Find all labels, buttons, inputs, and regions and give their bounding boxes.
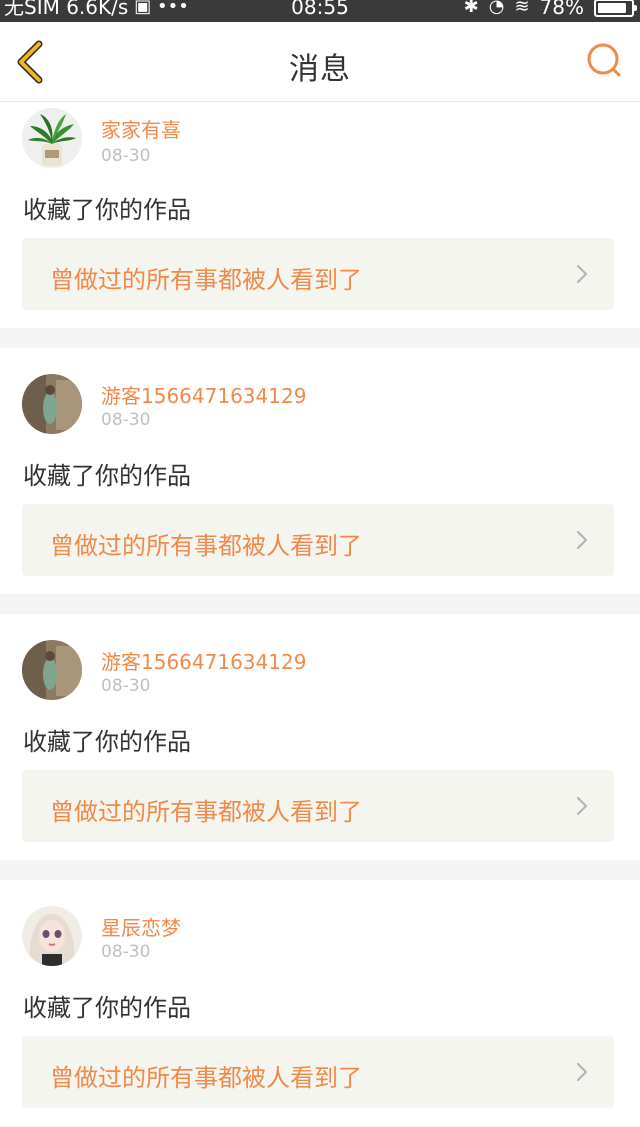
work-title: 曾做过的所有事都被人看到了 — [50, 1064, 362, 1092]
message-date: 08-30 — [101, 410, 151, 430]
work-title: 曾做过的所有事都被人看到了 — [50, 266, 362, 294]
status-bar: 无SIM 6.6K/s ▣ ••• 08:55 ✱ ◔ ≋ 78% — [0, 0, 640, 22]
message-list: 家家有喜 08-30 收藏了你的作品 曾做过的所有事都被人看到了 游客15664… — [0, 102, 640, 1126]
battery-percent: 78% — [539, 0, 584, 19]
message-date: 08-30 — [101, 942, 151, 962]
avatar[interactable] — [22, 108, 82, 168]
work-title: 曾做过的所有事都被人看到了 — [50, 532, 362, 560]
clock-icon: ◔ — [488, 0, 505, 17]
page-title: 消息 — [289, 52, 351, 87]
action-text: 收藏了你的作品 — [23, 728, 191, 756]
action-text: 收藏了你的作品 — [23, 196, 191, 224]
doll-avatar-icon — [22, 906, 82, 966]
username[interactable]: 家家有喜 — [101, 114, 181, 143]
message-card: 游客1566471634129 08-30 收藏了你的作品 曾做过的所有事都被人… — [0, 348, 640, 594]
message-date: 08-30 — [101, 146, 151, 166]
username[interactable]: 星辰恋梦 — [101, 912, 181, 941]
chevron-right-icon — [576, 796, 588, 816]
avatar[interactable] — [22, 906, 82, 966]
plant-avatar-icon — [22, 108, 82, 168]
work-title: 曾做过的所有事都被人看到了 — [50, 798, 362, 826]
username[interactable]: 游客1566471634129 — [101, 380, 306, 409]
photo-avatar-icon — [22, 640, 82, 700]
action-text: 收藏了你的作品 — [23, 994, 191, 1022]
search-button[interactable] — [584, 40, 626, 82]
action-text: 收藏了你的作品 — [23, 462, 191, 490]
status-bar-right: ✱ ◔ ≋ 78% — [463, 0, 637, 19]
bluetooth-icon: ✱ — [463, 0, 479, 17]
work-link[interactable]: 曾做过的所有事都被人看到了 — [22, 1036, 614, 1108]
photo-avatar-icon — [22, 374, 82, 434]
avatar[interactable] — [22, 640, 82, 700]
chevron-right-icon — [576, 530, 588, 550]
wifi-icon: ≋ — [514, 0, 530, 17]
nav-bar: 消息 — [0, 22, 640, 102]
message-card: 家家有喜 08-30 收藏了你的作品 曾做过的所有事都被人看到了 — [0, 102, 640, 328]
message-date: 08-30 — [101, 676, 151, 696]
avatar[interactable] — [22, 374, 82, 434]
message-card: 星辰恋梦 08-30 收藏了你的作品 曾做过的所有事都被人看到了 — [0, 880, 640, 1126]
chevron-right-icon — [576, 1062, 588, 1082]
work-link[interactable]: 曾做过的所有事都被人看到了 — [22, 238, 614, 310]
message-card: 游客1566471634129 08-30 收藏了你的作品 曾做过的所有事都被人… — [0, 614, 640, 860]
battery-icon — [594, 0, 637, 17]
username[interactable]: 游客1566471634129 — [101, 646, 306, 675]
work-link[interactable]: 曾做过的所有事都被人看到了 — [22, 504, 614, 576]
search-icon — [587, 43, 621, 77]
work-link[interactable]: 曾做过的所有事都被人看到了 — [22, 770, 614, 842]
chevron-right-icon — [576, 264, 588, 284]
